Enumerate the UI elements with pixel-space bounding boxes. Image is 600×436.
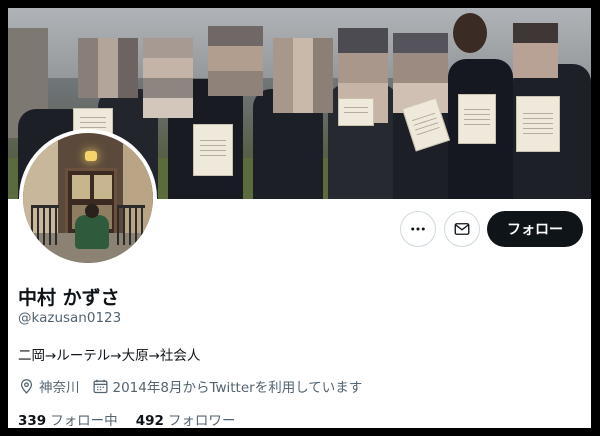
pixelated-face [393, 33, 448, 113]
banner-certificate [338, 98, 374, 126]
message-button[interactable] [444, 211, 480, 247]
more-button[interactable] [400, 211, 436, 247]
following-link[interactable]: 339 フォロー中 [18, 409, 118, 428]
more-horizontal-icon [411, 227, 425, 231]
profile-avatar[interactable] [19, 129, 157, 267]
following-count: 339 [18, 413, 47, 428]
banner-visible-head [453, 13, 487, 53]
follow-stats: 339 フォロー中 492 フォロワー [18, 409, 253, 428]
user-handle: @kazusan0123 [18, 310, 122, 326]
avatar-person [75, 204, 109, 249]
pixelated-face [513, 23, 558, 78]
profile-card: フォロー 中村 かずさ @kazusan0123 二岡→ルーテル→大原→社会人 … [8, 8, 591, 428]
pixelated-face [273, 38, 333, 113]
banner-certificate [193, 124, 233, 176]
followers-link[interactable]: 492 フォロワー [136, 409, 236, 428]
avatar-lamp [85, 151, 97, 161]
calendar-icon [92, 379, 108, 393]
joined-text: 2014年8月からTwitterを利用しています [112, 380, 363, 396]
location-text: 神奈川 [39, 380, 80, 396]
envelope-icon [454, 223, 470, 235]
follow-button[interactable]: フォロー [487, 211, 583, 247]
profile-meta: 神奈川 2014年8月からTwitterを利用しています [18, 376, 374, 396]
following-label: フォロー中 [50, 413, 118, 428]
joined-item: 2014年8月からTwitterを利用しています [92, 376, 363, 396]
banner-certificate [516, 96, 560, 152]
pixelated-face [208, 26, 263, 96]
profile-bio: 二岡→ルーテル→大原→社会人 [18, 348, 201, 364]
pixelated-face [143, 38, 193, 118]
banner-certificate [458, 94, 496, 144]
followers-label: フォロワー [167, 413, 236, 428]
avatar-railing [31, 205, 59, 245]
avatar-railing [117, 205, 145, 245]
pixelated-face [78, 38, 138, 98]
followers-count: 492 [135, 413, 164, 428]
location-pin-icon [20, 378, 33, 394]
location-item: 神奈川 [18, 376, 80, 396]
display-name: 中村 かずさ [18, 287, 120, 309]
